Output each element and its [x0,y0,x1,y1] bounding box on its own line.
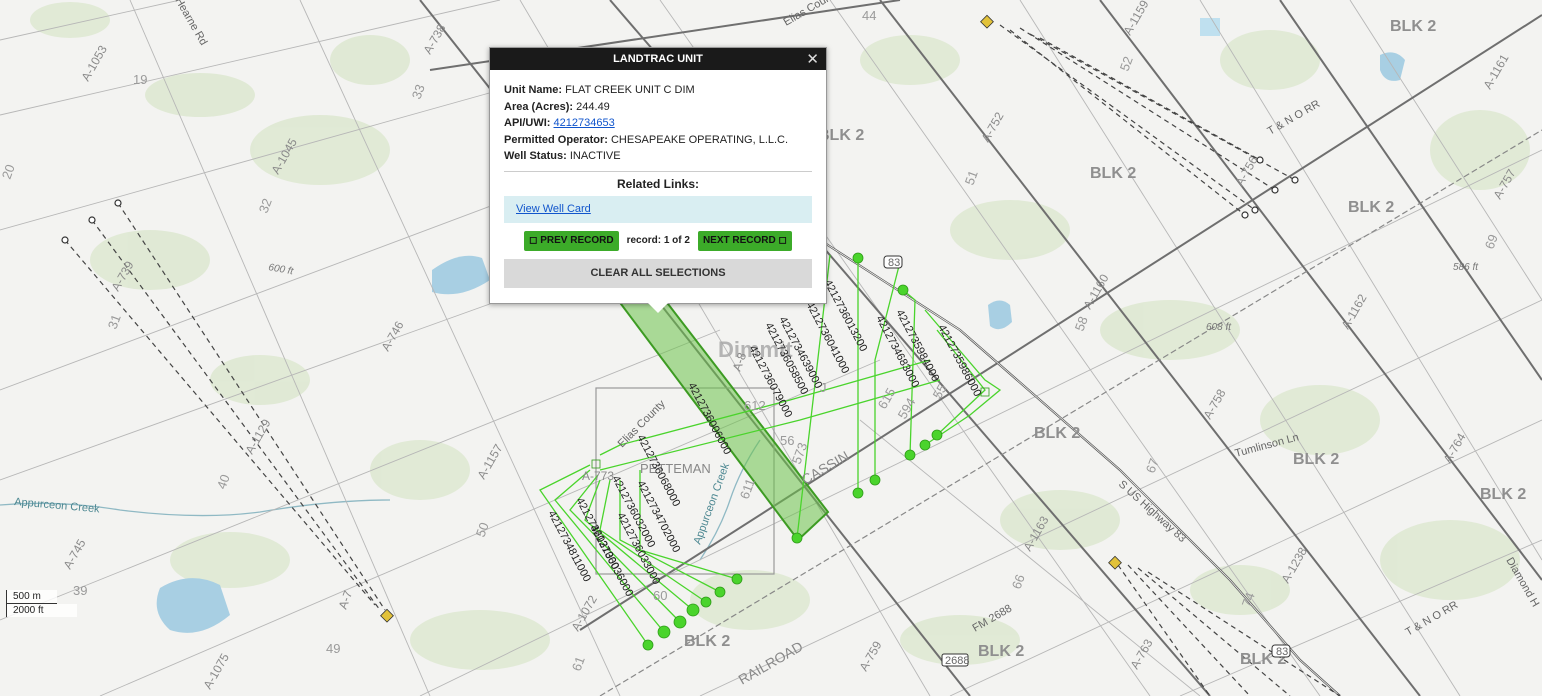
svg-text:A-1238: A-1238 [1278,545,1310,586]
svg-text:55: 55 [930,381,950,401]
svg-text:44: 44 [862,8,876,23]
svg-text:A-759: A-759 [856,638,884,673]
svg-text:67: 67 [1143,456,1162,475]
svg-text:40: 40 [214,472,233,491]
svg-text:608 ft: 608 ft [1206,322,1232,333]
svg-text:66: 66 [1009,572,1028,591]
svg-text:A-763: A-763 [1127,636,1155,671]
svg-text:A-745: A-745 [60,536,88,571]
svg-text:61: 61 [569,654,588,673]
next-record-button[interactable]: NEXT RECORD ◻ [697,230,792,251]
svg-text:2688: 2688 [945,655,969,667]
svg-text:50: 50 [473,520,492,539]
svg-text:RAILROAD: RAILROAD [736,638,806,688]
svg-text:A-773: A-773 [582,469,614,483]
field-well-status: Well Status: INACTIVE [504,150,621,162]
svg-text:19: 19 [133,72,147,87]
svg-text:A-7: A-7 [336,588,356,611]
svg-text:BLK 2: BLK 2 [684,633,730,650]
svg-text:83: 83 [888,257,900,269]
svg-text:Diamond H: Diamond H [1503,556,1541,610]
svg-text:BLK 2: BLK 2 [1034,425,1080,442]
scale-bar: 500 m 2000 ft [6,590,77,617]
field-unit-name: Unit Name: FLAT CREEK UNIT C DIM [504,84,695,96]
svg-text:31: 31 [105,312,124,331]
svg-text:BLK 2: BLK 2 [1390,18,1436,35]
field-api: API/UWI: 4212734653 [504,117,615,129]
related-links-title: Related Links: [616,176,700,191]
svg-text:60: 60 [653,588,667,603]
svg-text:A-1162: A-1162 [1338,291,1369,331]
svg-text:BLK 2: BLK 2 [978,643,1024,660]
svg-text:52: 52 [1117,54,1136,73]
popup-body: Unit Name: FLAT CREEK UNIT C DIM Area (A… [490,70,826,288]
svg-text:58: 58 [1072,314,1091,333]
svg-text:586 ft: 586 ft [1453,262,1479,273]
scale-metric: 500 m [6,590,57,604]
divider [504,170,812,172]
landtrac-unit-popup: LANDTRAC UNIT ✕ Unit Name: FLAT CREEK UN… [489,47,827,313]
clear-all-selections-button[interactable]: CLEAR ALL SELECTIONS [504,258,812,288]
popup-title: LANDTRAC UNIT [613,53,703,65]
svg-text:A-746: A-746 [378,318,406,353]
record-status: record: 1 of 2 [626,235,690,246]
svg-text:T & N O RR: T & N O RR [1404,599,1461,639]
prev-record-button[interactable]: ◻ PREV RECORD [524,230,619,251]
svg-text:S US Highway 83: S US Highway 83 [1116,478,1188,545]
close-icon[interactable]: ✕ [806,48,819,71]
svg-text:A-738: A-738 [420,21,448,56]
svg-text:A-1157: A-1157 [474,441,505,481]
svg-text:612: 612 [744,398,766,413]
svg-text:Hearne Rd: Hearne Rd [172,0,209,48]
svg-text:T & N O RR: T & N O RR [1266,98,1323,138]
svg-text:83: 83 [1276,646,1288,658]
svg-text:A-1161: A-1161 [1480,51,1511,91]
svg-text:A-1129: A-1129 [242,416,273,456]
svg-text:A-758: A-758 [1200,386,1228,421]
svg-text:20: 20 [0,162,18,181]
svg-text:A-1159: A-1159 [1120,0,1151,38]
svg-text:BLK 2: BLK 2 [1480,486,1526,503]
svg-text:BLK 2: BLK 2 [1348,199,1394,216]
api-link[interactable]: 4212734653 [554,117,615,129]
svg-text:A-756: A-756 [1232,153,1260,188]
svg-text:594: 594 [895,395,919,421]
road-labels: Hearne Rd Elias County Elias County Tuml… [172,0,1541,639]
creek-label: Appurceon Creek [14,496,101,515]
svg-text:600 ft: 600 ft [267,262,295,277]
svg-text:615: 615 [875,385,899,411]
svg-text:Elias County: Elias County [782,0,842,29]
related-links-box: View Well Card [504,195,812,223]
svg-text:56: 56 [780,433,794,448]
scale-imperial: 2000 ft [6,604,77,617]
highway-83 [819,239,1341,696]
field-area: Area (Acres): 244.49 [504,100,610,113]
svg-text:BLK 2: BLK 2 [1090,165,1136,182]
svg-text:BLK 2: BLK 2 [1293,451,1339,468]
svg-text:A-752: A-752 [978,109,1006,144]
svg-text:33: 33 [409,82,428,101]
field-operator: Permitted Operator: CHESAPEAKE OPERATING… [504,133,789,146]
popup-header: LANDTRAC UNIT ✕ [490,48,826,70]
record-navigation: ◻ PREV RECORD record: 1 of 2 NEXT RECORD… [504,230,812,251]
svg-text:32: 32 [256,196,275,215]
svg-text:A-1075: A-1075 [200,651,232,692]
svg-text:69: 69 [1482,232,1501,251]
view-well-card-link[interactable]: View Well Card [516,203,591,215]
svg-text:49: 49 [326,641,340,656]
svg-text:A-1053: A-1053 [78,43,110,84]
svg-text:51: 51 [962,168,981,187]
svg-text:A-764: A-764 [1440,430,1468,465]
